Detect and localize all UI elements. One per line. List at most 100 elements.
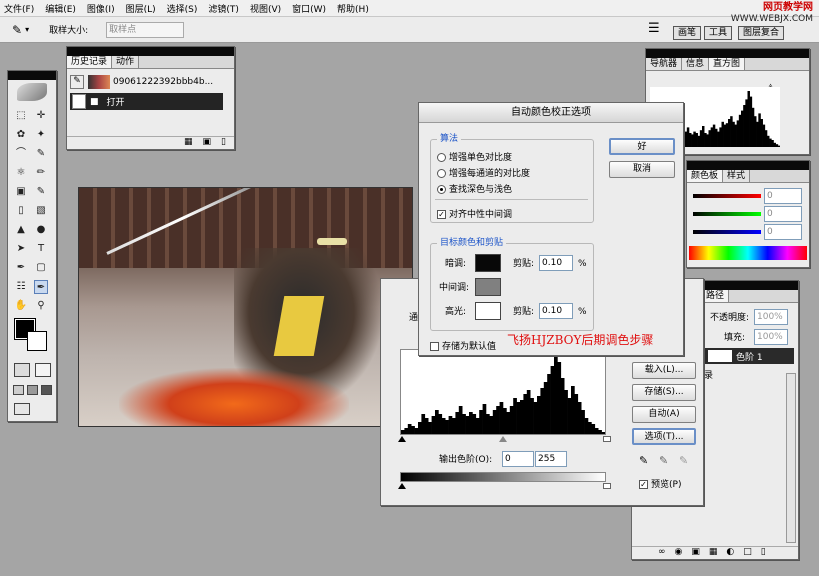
new-layer-icon[interactable]: □ [743,547,752,559]
eyedropper-icon[interactable]: ✎ [12,23,22,37]
history-snapshot[interactable]: ✎ 09061222392bbb4b... [70,73,230,91]
ok-button[interactable]: 好 [609,138,675,155]
sample-size-select[interactable]: 取样点 [106,21,185,38]
menu-item-7[interactable]: 窗口(W) [292,2,326,15]
background-color[interactable] [27,331,47,351]
option-enhance-mono[interactable]: 增强单色对比度 [437,150,512,163]
load-button[interactable]: 载入(L)... [632,362,696,379]
move-icon[interactable]: ✛ [34,109,48,123]
magic-wand-icon[interactable]: ✦ [34,128,48,142]
snap-neutral-checkbox[interactable]: ✓ 对齐中性中间调 [437,207,512,220]
shadow-clip-field[interactable]: 0.10 [539,255,573,271]
green-value[interactable]: 0 [764,206,802,222]
radio-icon[interactable] [437,169,446,178]
midtone-color-swatch[interactable] [475,278,501,296]
tab-info[interactable]: 信息 [682,58,710,70]
check-icon[interactable]: ✓ [437,210,446,219]
tab-history[interactable]: 历史记录 [67,56,113,68]
output-black-slider[interactable] [398,483,406,489]
delete-layer-icon[interactable]: ▯ [761,547,766,559]
brushes-tab[interactable]: 画笔 [673,26,702,40]
hand-icon[interactable]: ✋ [14,299,28,313]
eyedropper-tool-icon[interactable]: ✒ [34,280,48,294]
menu-item-0[interactable]: 文件(F) [4,2,34,15]
tools-tab[interactable]: 工具 [704,26,733,40]
menu-item-5[interactable]: 滤镜(T) [208,2,239,15]
black-eyedropper-icon[interactable]: ✎ [639,454,648,467]
white-eyedropper-icon[interactable]: ✎ [679,454,688,467]
eraser-icon[interactable]: ▯ [14,204,28,218]
tab-navigator[interactable]: 导航器 [646,58,683,70]
save-default-checkbox[interactable]: 存储为默认值 [430,339,496,352]
slider-green[interactable] [693,212,761,216]
brush-source-icon[interactable]: ✎ [70,75,84,89]
layer-row[interactable]: 色阶 1 [694,348,794,364]
output-min-field[interactable]: 0 [502,451,534,467]
output-white-slider[interactable] [603,483,611,489]
slider-blue[interactable] [693,230,761,234]
palette-well-icon[interactable]: ☰ [648,21,660,36]
crop-icon[interactable]: ⌒ [14,147,28,161]
shape-icon[interactable]: ▢ [34,261,48,275]
new-group-icon[interactable]: ▦ [709,547,718,559]
shadow-color-swatch[interactable] [475,254,501,272]
slider-red[interactable] [693,194,761,198]
screen-mode-standard-icon[interactable] [13,385,24,395]
cancel-button[interactable]: 取消 [609,161,675,178]
tab-actions[interactable]: 动作 [112,56,140,68]
radio-icon[interactable] [437,153,446,162]
history-step[interactable]: ■ 打开 [70,93,223,110]
tab-styles[interactable]: 样式 [723,170,751,182]
type-icon[interactable]: T [34,242,48,256]
color-ramp[interactable] [689,246,807,260]
option-enhance-per-channel[interactable]: 增强每通道的对比度 [437,166,530,179]
brush-icon[interactable]: ✏ [34,166,48,180]
layer-style-icon[interactable]: ◉ [675,547,683,559]
radio-selected-icon[interactable] [437,185,446,194]
option-find-dark-light[interactable]: 查找深色与浅色 [437,182,512,195]
comps-tab[interactable]: 图层复合 [738,26,785,40]
zoom-icon[interactable]: ⚲ [34,299,48,313]
blue-value[interactable]: 0 [764,224,802,240]
healing-icon[interactable]: ⚛ [14,166,28,180]
input-white-slider[interactable] [603,436,611,442]
standard-mode-icon[interactable] [14,363,30,377]
new-snapshot-icon[interactable]: ▣ [203,137,212,149]
image-canvas[interactable] [78,187,413,427]
menu-item-4[interactable]: 选择(S) [167,2,198,15]
output-max-field[interactable]: 255 [535,451,567,467]
slice-icon[interactable]: ✎ [34,147,48,161]
new-document-icon[interactable]: ▦ [184,137,193,149]
fill-field[interactable]: 100% [754,329,788,345]
input-gray-slider[interactable] [499,436,507,442]
screen-mode-full-icon[interactable] [41,385,52,395]
dropdown-arrow-icon[interactable]: ▾ [25,25,29,34]
gray-eyedropper-icon[interactable]: ✎ [659,454,668,467]
jump-to-imageready-icon[interactable] [14,403,30,415]
adjustment-icon[interactable]: ◐ [726,547,734,559]
preview-check-icon[interactable]: ✓ [639,480,648,489]
scrollbar[interactable] [786,373,796,543]
gradient-icon[interactable]: ▧ [34,204,48,218]
preview-checkbox[interactable]: ✓ 预览(P) [639,477,681,490]
mask-icon[interactable]: ▣ [691,547,700,559]
red-value[interactable]: 0 [764,188,802,204]
input-black-slider[interactable] [398,436,406,442]
tab-color[interactable]: 颜色板 [687,170,724,182]
path-select-icon[interactable]: ➤ [14,242,28,256]
tab-paths[interactable]: 路径 [702,290,730,302]
highlight-clip-field[interactable]: 0.10 [539,303,573,319]
marquee-icon[interactable]: ⬚ [14,109,28,123]
pen-icon[interactable]: ✒ [14,261,28,275]
link-icon[interactable]: ∞ [658,547,666,559]
options-button[interactable]: 选项(T)... [632,428,696,445]
history-brush-icon[interactable]: ✎ [34,185,48,199]
menu-item-3[interactable]: 图层(L) [126,2,156,15]
dodge-icon[interactable]: ● [34,223,48,237]
trash-icon[interactable]: ▯ [221,137,226,149]
highlight-color-swatch[interactable] [475,302,501,320]
opacity-field[interactable]: 100% [754,309,788,325]
unchecked-icon[interactable] [430,342,439,351]
blur-icon[interactable]: ▲ [14,223,28,237]
menu-item-1[interactable]: 编辑(E) [45,2,76,15]
